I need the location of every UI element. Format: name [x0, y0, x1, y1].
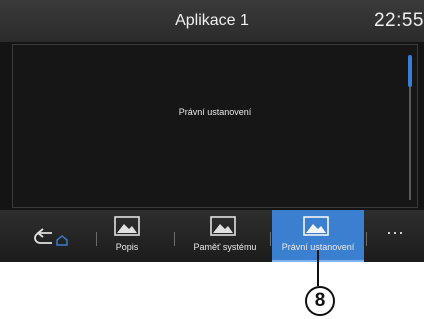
callout-line	[317, 250, 319, 286]
more-options-button[interactable]: ···	[382, 222, 408, 248]
back-button[interactable]	[30, 226, 80, 248]
content-panel[interactable]: Právní ustanovení	[12, 44, 418, 208]
tab-label: Popis	[115, 242, 139, 252]
clock: 22:55	[373, 10, 424, 31]
tab-separator	[270, 232, 271, 246]
tab-separator	[174, 232, 175, 246]
app-screen: Aplikace 1 22:55 Právní ustanovení Popis	[0, 0, 424, 262]
tab-label: Paměť systému	[193, 242, 257, 252]
tab-separator	[366, 232, 367, 246]
image-icon	[114, 216, 140, 236]
header-bar: Aplikace 1 22:55	[0, 0, 424, 42]
image-icon	[303, 216, 329, 236]
image-icon	[210, 216, 236, 236]
page-title: Aplikace 1	[175, 12, 249, 29]
tab-bar: Popis Paměť systému Právní ustanovení ··…	[0, 210, 424, 262]
scrollbar-thumb[interactable]	[408, 55, 412, 87]
back-home-icon	[34, 228, 68, 246]
callout-number: 8	[305, 286, 335, 316]
tab-pamet-systemu[interactable]: Paměť systému	[184, 210, 266, 260]
tab-popis[interactable]: Popis	[104, 210, 150, 260]
tab-separator	[96, 232, 97, 246]
content-text: Právní ustanovení	[178, 107, 252, 117]
